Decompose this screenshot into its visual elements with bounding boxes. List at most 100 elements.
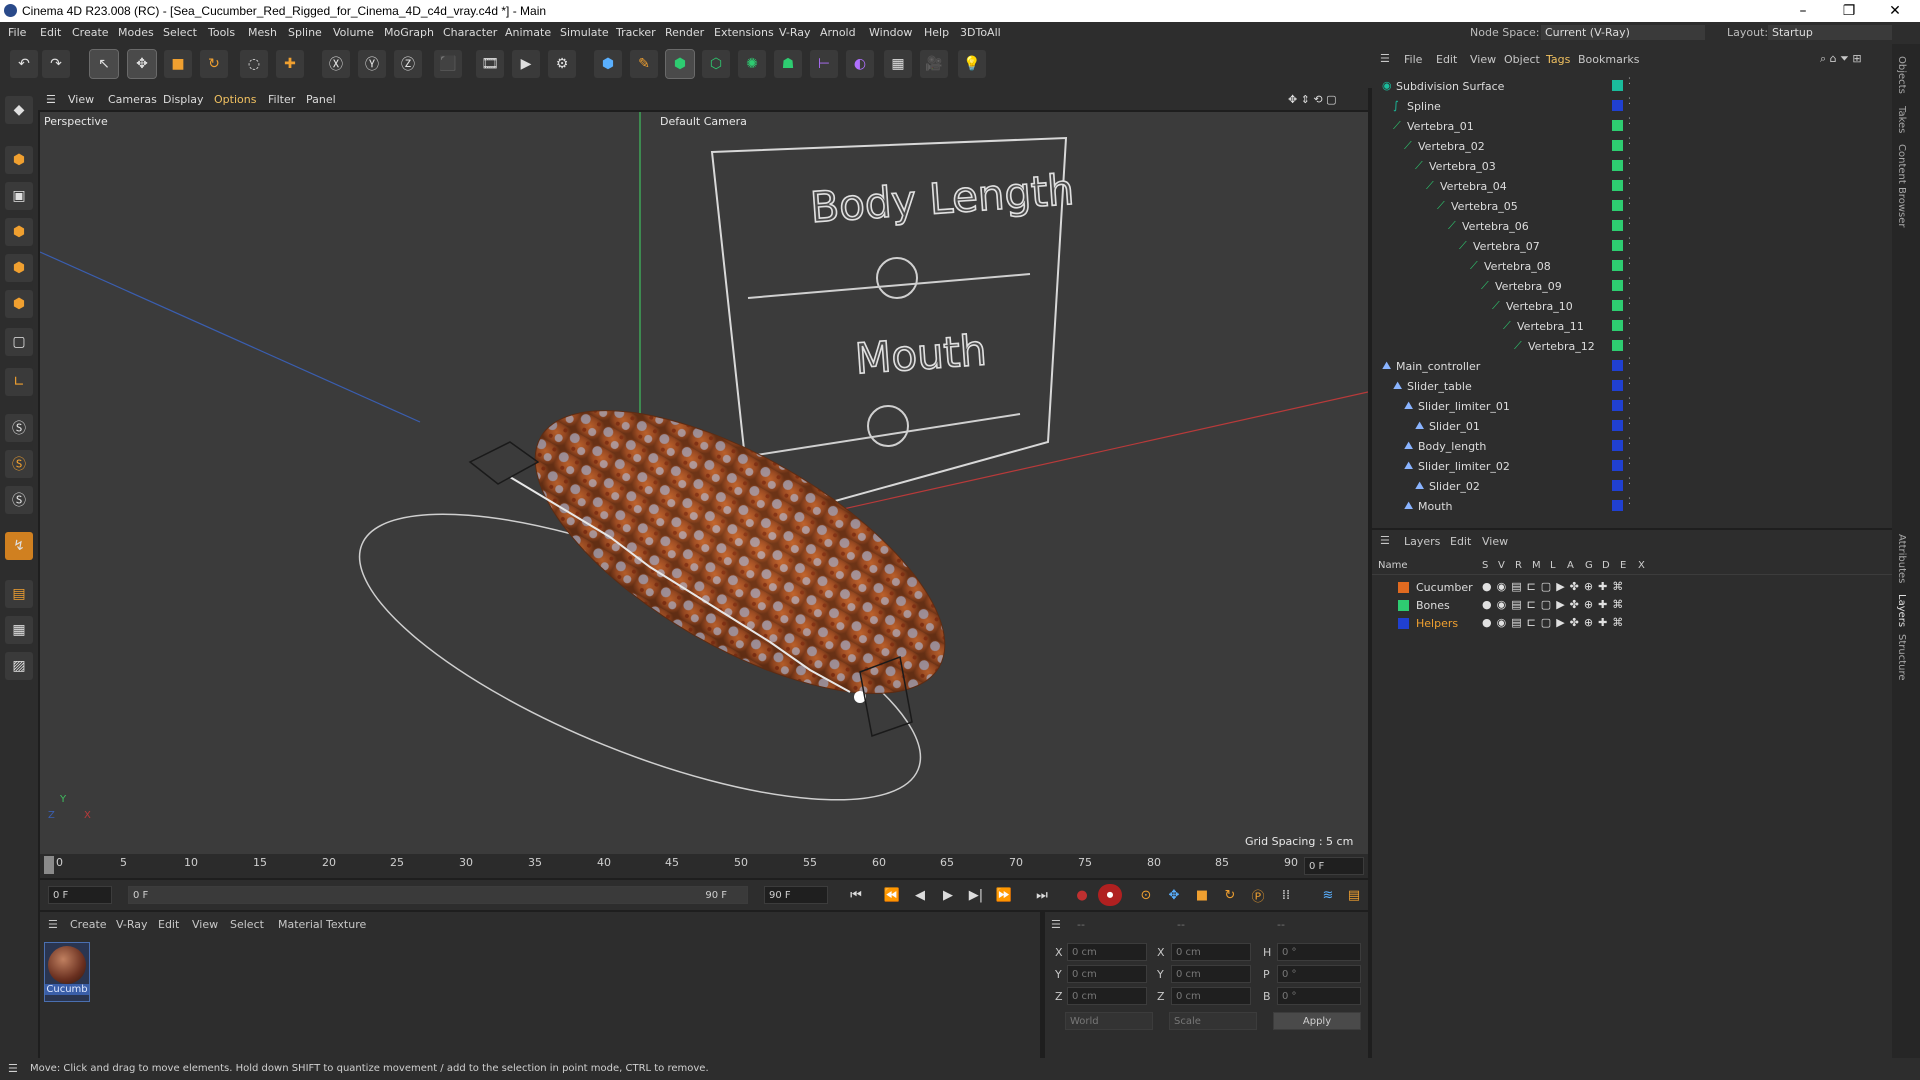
visibility-dots-icon[interactable]: ⁚ <box>1628 217 1631 227</box>
layer-color-swatch[interactable] <box>1612 360 1623 371</box>
layer-color-swatch[interactable] <box>1612 180 1623 191</box>
texture-mode-icon[interactable]: ▣ <box>5 182 33 210</box>
cloner-icon[interactable]: ✺ <box>738 50 766 78</box>
visibility-dots-icon[interactable]: ⁚ <box>1628 477 1631 487</box>
goto-start-icon[interactable]: ⏮ <box>844 884 868 906</box>
side-tab-content-browser[interactable]: Content Browser <box>1896 144 1907 227</box>
side-tab-takes[interactable]: Takes <box>1896 106 1907 133</box>
om-menu-file[interactable]: File <box>1404 53 1422 66</box>
visibility-dots-icon[interactable]: ⁚ <box>1628 357 1631 367</box>
layer-color-swatch[interactable] <box>1612 340 1623 351</box>
recent-icon[interactable]: ◌ <box>240 50 268 78</box>
layer-color-swatch[interactable] <box>1398 618 1409 629</box>
menu-file[interactable]: File <box>8 26 26 39</box>
field-icon[interactable]: ◐ <box>846 50 874 78</box>
layer-color-swatch[interactable] <box>1612 200 1623 211</box>
node-space-dropdown[interactable]: Current (V-Ray) <box>1541 25 1705 40</box>
menu-character[interactable]: Character <box>443 26 497 39</box>
material-menu-edit[interactable]: Edit <box>158 918 179 931</box>
om-menu-view[interactable]: View <box>1470 53 1496 66</box>
layer-color-swatch[interactable] <box>1612 480 1623 491</box>
visibility-dots-icon[interactable]: ⁚ <box>1628 197 1631 207</box>
coord-field-sx[interactable]: 0 cm <box>1171 943 1251 961</box>
render-region-icon[interactable]: 🎞 <box>476 50 504 78</box>
mograph-icon[interactable]: ☗ <box>774 50 802 78</box>
layer-row[interactable]: Bones ●◉▤⊏▢▶✤⊕✚⌘ <box>1374 596 1884 616</box>
redo-icon[interactable]: ↷ <box>42 50 70 78</box>
key-param-icon[interactable]: Ⓟ <box>1246 884 1270 906</box>
timeline-playhead[interactable] <box>44 856 54 874</box>
y-axis-icon[interactable]: Ⓨ <box>358 50 386 78</box>
side-tab-structure[interactable]: Structure <box>1896 634 1907 681</box>
visibility-dots-icon[interactable]: ⁚ <box>1628 117 1631 127</box>
play-icon[interactable]: ▶ <box>936 884 960 906</box>
end-frame-field[interactable]: 90 F <box>764 886 828 904</box>
viewport-menu-options[interactable]: Options <box>214 93 256 106</box>
points-mode-icon[interactable]: ⬢ <box>5 218 33 246</box>
object-row[interactable]: ⛰ Slider_02 ⁚ <box>1374 476 1884 496</box>
object-row[interactable]: ⟋ Vertebra_12 ⁚ <box>1374 336 1884 356</box>
record-icon[interactable]: ● <box>1070 884 1094 906</box>
key-rotation-icon[interactable]: ↻ <box>1218 884 1242 906</box>
status-hamburger-icon[interactable]: ☰ <box>8 1062 18 1075</box>
deformer-icon[interactable]: ⊢ <box>810 50 838 78</box>
om-menu-tags[interactable]: Tags <box>1546 53 1570 66</box>
layer-color-swatch[interactable] <box>1612 100 1623 111</box>
menu-edit[interactable]: Edit <box>40 26 61 39</box>
grid-icon[interactable]: ▦ <box>5 616 33 644</box>
select-icon[interactable]: ↖ <box>89 49 119 79</box>
make-editable-icon[interactable]: ◆ <box>5 96 33 124</box>
visibility-dots-icon[interactable]: ⁚ <box>1628 97 1631 107</box>
move-icon[interactable]: ✥ <box>127 49 157 79</box>
layer-color-swatch[interactable] <box>1612 500 1623 511</box>
rotate-icon[interactable]: ↻ <box>200 50 228 78</box>
layer-color-swatch[interactable] <box>1612 260 1623 271</box>
add-icon[interactable]: ✚ <box>276 50 304 78</box>
visibility-dots-icon[interactable]: ⁚ <box>1628 177 1631 187</box>
x-axis-icon[interactable]: Ⓧ <box>322 50 350 78</box>
menu-create[interactable]: Create <box>72 26 109 39</box>
visibility-dots-icon[interactable]: ⁚ <box>1628 237 1631 247</box>
cube-icon[interactable]: ⬢ <box>594 50 622 78</box>
uv-mode-icon[interactable]: ▢ <box>5 328 33 356</box>
menu-3dtoall[interactable]: 3DToAll <box>960 26 1001 39</box>
object-row[interactable]: ⟋ Vertebra_11 ⁚ <box>1374 316 1884 336</box>
light-icon[interactable]: 💡 <box>958 50 986 78</box>
object-row[interactable]: ⟋ Vertebra_04 ⁚ <box>1374 176 1884 196</box>
side-tab-attributes[interactable]: Attributes <box>1896 534 1907 583</box>
layer-color-swatch[interactable] <box>1612 240 1623 251</box>
timeline-ruler[interactable]: 0 5 10 15 20 25 30 35 40 45 50 55 60 65 … <box>40 854 1368 878</box>
prev-key-icon[interactable]: ⏪ <box>880 884 904 906</box>
menu-select[interactable]: Select <box>163 26 197 39</box>
layer-menu-edit[interactable]: Edit <box>1450 535 1471 548</box>
material-menu-vray[interactable]: V-Ray <box>116 918 148 931</box>
visibility-dots-icon[interactable]: ⁚ <box>1628 457 1631 467</box>
object-row[interactable]: ⟋ Vertebra_03 ⁚ <box>1374 156 1884 176</box>
material-menu-texture[interactable]: Texture <box>326 918 366 931</box>
menu-volume[interactable]: Volume <box>333 26 374 39</box>
coord-field-b[interactable]: 0 ° <box>1277 987 1361 1005</box>
workplane-icon[interactable]: ▤ <box>5 580 33 608</box>
layer-menu-view[interactable]: View <box>1482 535 1508 548</box>
render-view-icon[interactable]: ▶ <box>512 50 540 78</box>
layer-color-swatch[interactable] <box>1612 440 1623 451</box>
visibility-dots-icon[interactable]: ⁚ <box>1628 317 1631 327</box>
material-menu-select[interactable]: Select <box>230 918 264 931</box>
scale-icon[interactable]: ■ <box>164 50 192 78</box>
object-row[interactable]: ⟋ Vertebra_06 ⁚ <box>1374 216 1884 236</box>
current-frame-field[interactable]: 0 F <box>1304 857 1364 875</box>
minimize-button[interactable]: – <box>1780 0 1826 22</box>
render-settings-icon[interactable]: ⚙ <box>548 50 576 78</box>
coord-mode-dropdown[interactable]: World <box>1065 1012 1153 1030</box>
apply-button[interactable]: Apply <box>1273 1012 1361 1030</box>
floor-icon[interactable]: ▦ <box>884 50 912 78</box>
visibility-dots-icon[interactable]: ⁚ <box>1628 397 1631 407</box>
om-hamburger-icon[interactable]: ☰ <box>1380 52 1390 65</box>
layer-color-swatch[interactable] <box>1612 320 1623 331</box>
layer-color-swatch[interactable] <box>1612 120 1623 131</box>
viewport-nav-icons[interactable]: ✥ ⇕ ⟲ ▢ <box>1288 93 1337 106</box>
side-tab-layers[interactable]: Layers <box>1896 594 1907 627</box>
visibility-dots-icon[interactable]: ⁚ <box>1628 377 1631 387</box>
key-position-icon[interactable]: ✥ <box>1162 884 1186 906</box>
coord-field-px[interactable]: 0 cm <box>1067 943 1147 961</box>
